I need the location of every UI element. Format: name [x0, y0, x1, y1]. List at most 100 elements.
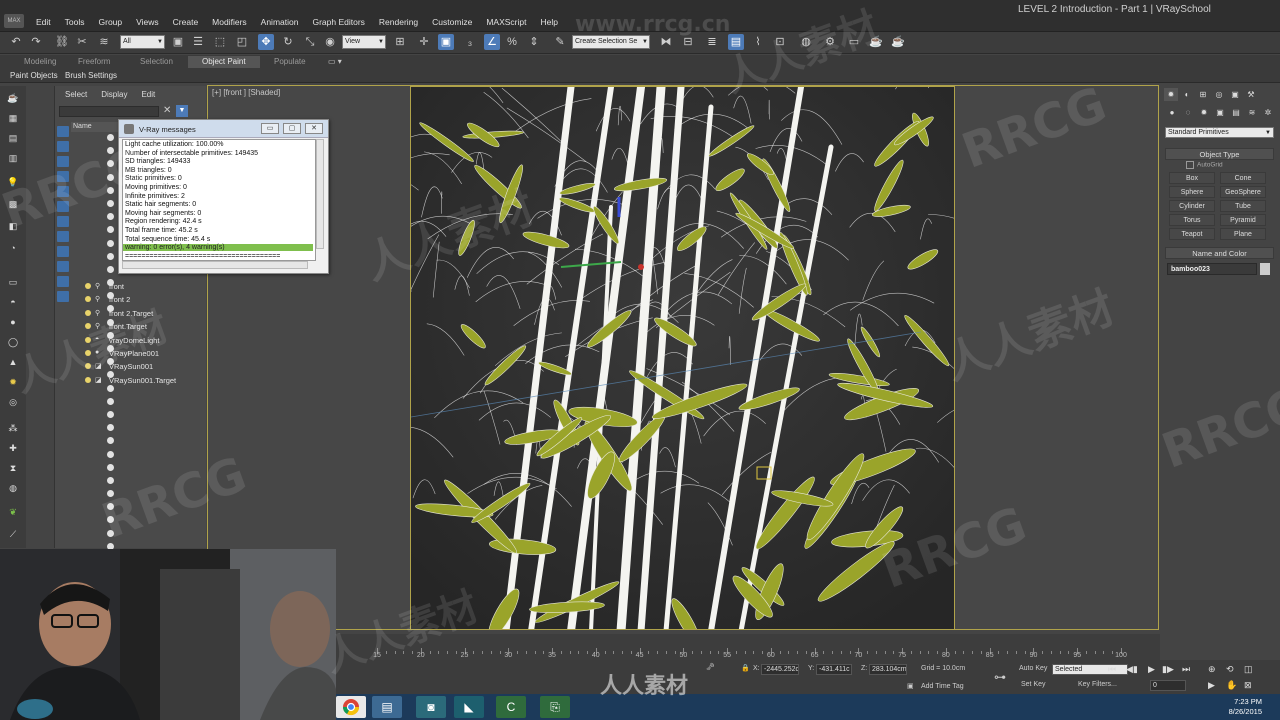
align-icon[interactable]: ⊟: [680, 34, 696, 50]
primitive-type-dropdown[interactable]: Standard Primitives ▼: [1165, 127, 1274, 138]
maximize-viewport-icon[interactable]: ⊠: [1244, 680, 1252, 691]
filter-spacewarps-icon[interactable]: [57, 201, 69, 212]
named-selection-dropdown[interactable]: Create Selection Se ▼: [572, 35, 650, 49]
unlink-icon[interactable]: ✂: [74, 34, 90, 50]
name-and-color-rollout[interactable]: Name and Color: [1165, 247, 1274, 259]
visibility-toggle-icon[interactable]: [107, 529, 114, 537]
camtasia-icon[interactable]: C: [496, 696, 526, 718]
render-icon[interactable]: ▩: [6, 198, 20, 211]
visibility-toggle-icon[interactable]: [107, 252, 114, 260]
visibility-toggle-icon[interactable]: [107, 239, 114, 247]
menu-views[interactable]: Views: [136, 17, 159, 27]
edit-named-selection-icon[interactable]: ✎: [552, 34, 568, 50]
teapot-icon[interactable]: ☕: [6, 92, 20, 105]
minimize-button[interactable]: ▭: [261, 123, 279, 134]
render-setup-icon[interactable]: ⚙: [822, 34, 838, 50]
light-icon[interactable]: 💡: [6, 176, 20, 189]
select-place-icon[interactable]: ◉: [322, 34, 338, 50]
filter-geometry-icon[interactable]: [57, 126, 69, 137]
menu-animation[interactable]: Animation: [261, 17, 299, 27]
filter-shapes-icon[interactable]: [57, 141, 69, 152]
display-tab-icon[interactable]: ▣: [1228, 88, 1242, 101]
undo-icon[interactable]: ↶: [8, 34, 24, 50]
filter-xrefs-icon[interactable]: [57, 231, 69, 242]
filter-helpers-icon[interactable]: [57, 186, 69, 197]
window-crossing-icon[interactable]: ◰: [234, 34, 250, 50]
rendered-frame-window-icon[interactable]: ▭: [846, 34, 862, 50]
filter-containers-icon[interactable]: [57, 261, 69, 272]
app-icon[interactable]: ◙: [416, 696, 446, 718]
next-frame-icon[interactable]: ▮▶: [1162, 664, 1174, 675]
pan-icon[interactable]: ▦: [6, 112, 20, 125]
menu-edit[interactable]: Edit: [36, 17, 51, 27]
select-by-name-icon[interactable]: ☰: [190, 34, 206, 50]
dome-icon[interactable]: ◓: [6, 296, 20, 309]
maximize-button[interactable]: ▢: [283, 123, 301, 134]
file-explorer-icon[interactable]: ▤: [372, 696, 402, 718]
graphite-toggle-icon[interactable]: ▤: [728, 34, 744, 50]
visibility-toggle-icon[interactable]: [107, 397, 114, 405]
tab-brush-settings[interactable]: Brush Settings: [65, 71, 117, 80]
filter-lights-icon[interactable]: [57, 156, 69, 167]
visibility-toggle-icon[interactable]: [107, 476, 114, 484]
spinner-snap-icon[interactable]: ⇕: [526, 34, 542, 50]
tab-selection[interactable]: Selection: [140, 57, 173, 66]
key-mode-dropdown[interactable]: Selected: [1052, 664, 1128, 675]
zoom-icon[interactable]: ⊕: [1208, 664, 1216, 675]
box-button[interactable]: Box: [1169, 172, 1215, 184]
x-coordinate-field[interactable]: -2445.252c: [761, 664, 799, 675]
light-bulb-icon[interactable]: [85, 363, 91, 370]
helper-icon[interactable]: ✚: [6, 442, 20, 455]
object-color-swatch[interactable]: [1260, 263, 1270, 275]
viewport-label[interactable]: [+] [front ] [Shaded]: [212, 88, 280, 97]
explorer-menu-select[interactable]: Select: [65, 90, 87, 99]
snaps-toggle-icon[interactable]: ₃: [462, 34, 478, 50]
curve-editor-icon[interactable]: ⌇: [750, 34, 766, 50]
visibility-toggle-icon[interactable]: [107, 213, 114, 221]
cameras-icon[interactable]: ▣: [1214, 108, 1226, 120]
autogrid-checkbox[interactable]: AutoGrid: [1186, 161, 1223, 169]
visibility-toggle-icon[interactable]: [107, 147, 114, 155]
lock-icon[interactable]: 🔒: [741, 664, 750, 672]
menu-maxscript[interactable]: MAXScript: [486, 17, 526, 27]
visibility-toggle-icon[interactable]: [107, 186, 114, 194]
visibility-toggle-icon[interactable]: [107, 463, 114, 471]
geosphere-button[interactable]: GeoSphere: [1220, 186, 1266, 198]
camtasia-recorder-icon[interactable]: ⎘: [540, 696, 570, 718]
filter-bones-icon[interactable]: [57, 246, 69, 257]
lights-icon[interactable]: ✹: [1198, 108, 1210, 120]
play-icon[interactable]: ▶: [1148, 664, 1155, 675]
cylinder-button[interactable]: Cylinder: [1169, 200, 1215, 212]
menu-customize[interactable]: Customize: [432, 17, 472, 27]
close-button[interactable]: ✕: [305, 123, 323, 134]
object-name-field[interactable]: bamboo023: [1167, 263, 1257, 275]
tab-paint-objects[interactable]: Paint Objects: [10, 71, 58, 80]
tube-button[interactable]: Tube: [1220, 200, 1266, 212]
pyramid-button[interactable]: Pyramid: [1220, 214, 1266, 226]
filter-icon[interactable]: ▼: [176, 105, 188, 117]
modify-tab-icon[interactable]: ◐: [1180, 88, 1194, 101]
sun-icon[interactable]: ✹: [6, 376, 20, 389]
field-of-view-icon[interactable]: ▶: [1208, 680, 1215, 691]
teapot-button[interactable]: Teapot: [1169, 228, 1215, 240]
set-key-icon[interactable]: ⊶: [994, 670, 1006, 684]
add-time-tag-button[interactable]: Add Time Tag: [921, 683, 964, 690]
system-clock[interactable]: 7:23 PM 8/26/2015: [1229, 697, 1262, 717]
visibility-toggle-icon[interactable]: [107, 450, 114, 458]
horizontal-scrollbar[interactable]: [122, 261, 308, 269]
mirror-icon[interactable]: ⧓: [658, 34, 674, 50]
layer-manager-icon[interactable]: ≣: [704, 34, 720, 50]
keyboard-shortcut-override-icon[interactable]: ▣: [438, 34, 454, 50]
plane-button[interactable]: Plane: [1220, 228, 1266, 240]
shapes-icon[interactable]: ◌: [1182, 108, 1194, 120]
visibility-toggle-icon[interactable]: [107, 160, 114, 168]
z-coordinate-field[interactable]: 283.104cm: [869, 664, 907, 675]
select-object-icon[interactable]: ▣: [170, 34, 186, 50]
auto-key-button[interactable]: Auto Key: [1019, 665, 1047, 672]
menu-graph-editors[interactable]: Graph Editors: [312, 17, 364, 27]
menu-modifiers[interactable]: Modifiers: [212, 17, 246, 27]
visibility-toggle-icon[interactable]: [107, 410, 114, 418]
light-bulb-icon[interactable]: [85, 309, 91, 316]
menu-create[interactable]: Create: [173, 17, 199, 27]
tab-object-paint[interactable]: Object Paint: [188, 56, 260, 68]
